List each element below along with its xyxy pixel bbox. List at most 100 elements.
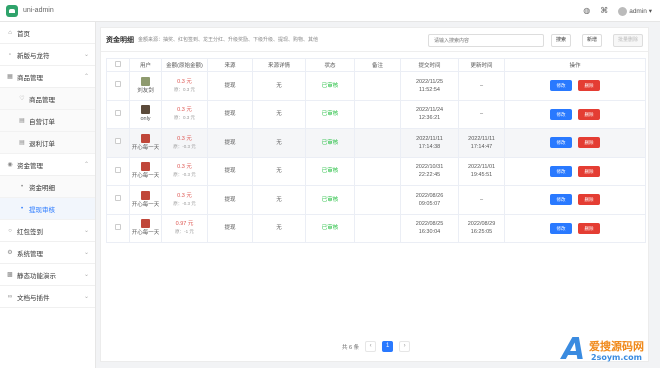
chevron-down-icon: ⌄	[83, 272, 89, 278]
note	[354, 156, 401, 186]
chevron-up-icon: ⌃	[83, 162, 89, 168]
batch-delete-button[interactable]: 批量删除	[613, 34, 643, 47]
sidebar-sub-goods-manage[interactable]: ♡ 商品管理	[0, 88, 95, 110]
search-input[interactable]	[428, 34, 544, 47]
next-page-button[interactable]: ›	[399, 341, 411, 352]
pagination: 共 6 条 ‹ 1 ›	[342, 341, 411, 352]
original-amount: 原：-0.3 元	[173, 172, 196, 178]
source-detail: 无	[252, 71, 306, 101]
amount: 0.3 元	[177, 107, 192, 114]
home-icon: ⌂	[8, 29, 12, 36]
top-bar: uni-admin ◍ ⌘ admin ▾	[0, 0, 660, 22]
sidebar-item-demo[interactable]: ▩ 静态功能演示 ⌄	[0, 264, 95, 286]
edit-button[interactable]: 修改	[550, 194, 572, 206]
user-avatar	[141, 76, 150, 86]
page-subtitle: 金额来源：抽奖、红包签到、龙王分红、升级奖励、下级升级、提现、购物、其他	[138, 37, 319, 43]
sidebar-sub-self-orders[interactable]: ▤ 自营订单	[0, 110, 95, 132]
update-date: 2022/08/29	[467, 221, 496, 228]
user-name: 刘友剑	[137, 87, 154, 94]
original-amount: 原：0.3 元	[173, 86, 195, 92]
submit-time: 17:14:38	[418, 143, 441, 150]
edit-button[interactable]: 修改	[550, 137, 572, 149]
note	[354, 128, 401, 158]
edit-button[interactable]: 修改	[550, 222, 572, 234]
chevron-down-icon: ⌄	[83, 52, 89, 58]
row-checkbox[interactable]	[115, 138, 121, 145]
watermark-url: 2soym.com	[591, 353, 642, 362]
sidebar-item-funds[interactable]: ◉ 资金管理 ⌃	[0, 154, 95, 176]
submit-time: 22:22:45	[418, 172, 441, 179]
app-title: uni-admin	[23, 7, 54, 14]
submit-date: 2022/10/31	[415, 164, 444, 171]
status: 已审核	[305, 213, 355, 243]
update-time: 16:25:05	[470, 229, 493, 236]
sidebar-item-goods[interactable]: ▦ 商品管理 ⌃	[0, 66, 95, 88]
row-checkbox[interactable]	[115, 81, 121, 88]
source-detail: 无	[252, 128, 306, 158]
add-button[interactable]: 新增	[582, 34, 602, 47]
amount: 0.97 元	[175, 221, 194, 228]
search-button[interactable]: 搜索	[551, 34, 571, 47]
select-all-cell[interactable]	[106, 58, 130, 72]
original-amount: 原：-1 元	[175, 229, 194, 235]
user-avatar	[141, 219, 150, 229]
update-date: –	[479, 82, 484, 89]
delete-button[interactable]: 删除	[578, 165, 600, 177]
select-all-checkbox[interactable]	[115, 61, 121, 67]
table-row: 开心每一天 0.3 元原：-0.3 元 提现 无 已审核 2022/10/31 2…	[106, 156, 646, 186]
amount: 0.3 元	[177, 192, 192, 199]
row-checkbox[interactable]	[115, 195, 121, 202]
edit-button[interactable]: 修改	[550, 165, 572, 177]
update-time: 17:14:47	[470, 143, 493, 150]
sidebar-sub-fund-detail[interactable]: • 资金明细	[0, 176, 95, 198]
col-user: 用户	[129, 58, 162, 72]
submit-time: 09:05:07	[418, 200, 441, 207]
submit-time: 12:36:21	[418, 115, 441, 122]
total-count: 共 6 条	[342, 344, 360, 351]
sidebar-sub-refund-orders[interactable]: ▤ 退利订单	[0, 132, 95, 154]
avatar	[618, 6, 628, 16]
chevron-down-icon: ⌄	[83, 228, 89, 234]
user-menu[interactable]: admin ▾	[618, 6, 652, 16]
sidebar-sub-withdraw-review[interactable]: • 提现审核	[0, 198, 95, 220]
language-icon[interactable]: ⌘	[600, 7, 608, 15]
panel-header: 资金明细 金额来源：抽奖、红包签到、龙王分红、升级奖励、下级升级、提现、购物、其…	[101, 28, 648, 52]
col-amount: 金额(原始金额)	[161, 58, 208, 72]
sidebar-item-home[interactable]: ⌂ 首页	[0, 22, 95, 44]
user-avatar	[141, 133, 150, 143]
edit-button[interactable]: 修改	[550, 108, 572, 120]
table-row: 开心每一天 0.3 元原：-0.3 元 提现 无 已审核 2022/08/26 0…	[106, 185, 646, 215]
row-checkbox[interactable]	[115, 166, 121, 173]
user-avatar	[141, 105, 150, 115]
row-checkbox[interactable]	[115, 223, 121, 230]
sidebar-item-redpacket[interactable]: ○ 红包签到 ⌄	[0, 220, 95, 242]
col-status: 状态	[305, 58, 355, 72]
heart-icon: ♡	[19, 96, 25, 102]
watermark-brand: 爱搜源码网	[589, 340, 644, 353]
source: 提现	[207, 213, 253, 243]
delete-button[interactable]: 删除	[578, 137, 600, 149]
page-1-button[interactable]: 1	[382, 341, 394, 352]
delete-button[interactable]: 删除	[578, 194, 600, 206]
sidebar-item-docs[interactable]: ∞ 文档与插件 ⌄	[0, 286, 95, 308]
row-checkbox[interactable]	[115, 109, 121, 116]
prev-page-button[interactable]: ‹	[365, 341, 377, 352]
amount: 0.3 元	[177, 135, 192, 142]
sidebar-item-system[interactable]: ⚙ 系统管理 ⌄	[0, 242, 95, 264]
delete-button[interactable]: 删除	[578, 222, 600, 234]
link-icon: ∞	[7, 293, 13, 300]
sidebar-item-new[interactable]: ▫ 新版与龙符 ⌄	[0, 44, 95, 66]
delete-button[interactable]: 删除	[578, 80, 600, 92]
col-actions: 操作	[504, 58, 646, 72]
delete-button[interactable]: 删除	[578, 108, 600, 120]
theme-icon[interactable]: ◍	[583, 7, 590, 15]
col-note: 备注	[354, 58, 401, 72]
status: 已审核	[305, 128, 355, 158]
user-avatar	[141, 162, 150, 172]
note	[354, 99, 401, 129]
dot-icon: •	[20, 183, 24, 190]
status: 已审核	[305, 156, 355, 186]
original-amount: 原：0.3 元	[173, 115, 195, 121]
edit-button[interactable]: 修改	[550, 80, 572, 92]
app-logo[interactable]	[6, 4, 18, 17]
